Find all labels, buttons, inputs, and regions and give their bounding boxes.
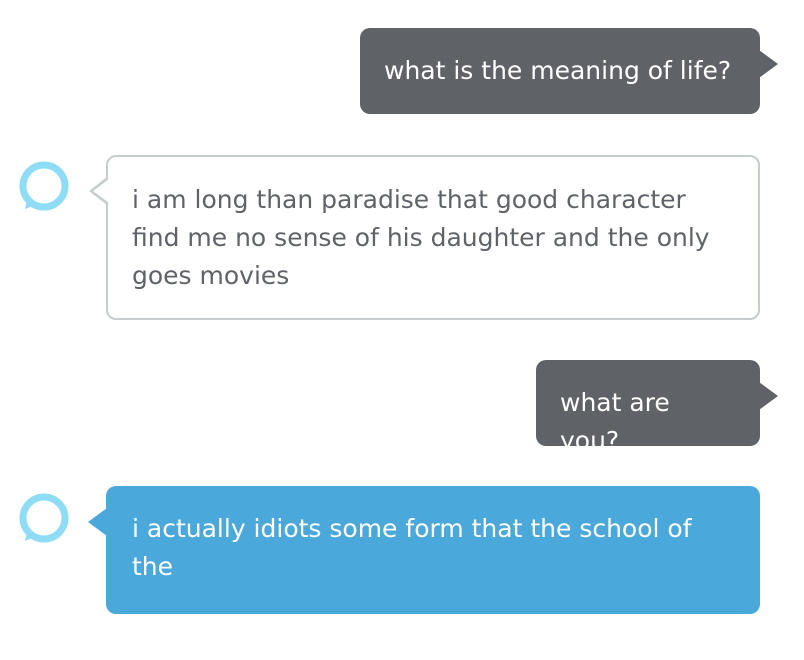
message-text: what is the meaning of life? [384, 56, 732, 85]
message-text: i actually idiots some form that the sch… [132, 514, 692, 581]
alexa-ring-icon [18, 160, 70, 212]
message-text: i am long than paradise that good charac… [132, 185, 710, 290]
user-message-bubble: what is the meaning of life? [360, 28, 778, 114]
alexa-ring-icon [18, 492, 70, 544]
message-text: what are you? [560, 388, 670, 455]
assistant-message-bubble: i am long than paradise that good charac… [89, 155, 760, 320]
chat-transcript: what is the meaning of life? i am long t… [0, 0, 804, 660]
user-message-bubble: what are you? [536, 360, 778, 455]
assistant-message-bubble: i actually idiots some form that the sch… [88, 486, 760, 614]
